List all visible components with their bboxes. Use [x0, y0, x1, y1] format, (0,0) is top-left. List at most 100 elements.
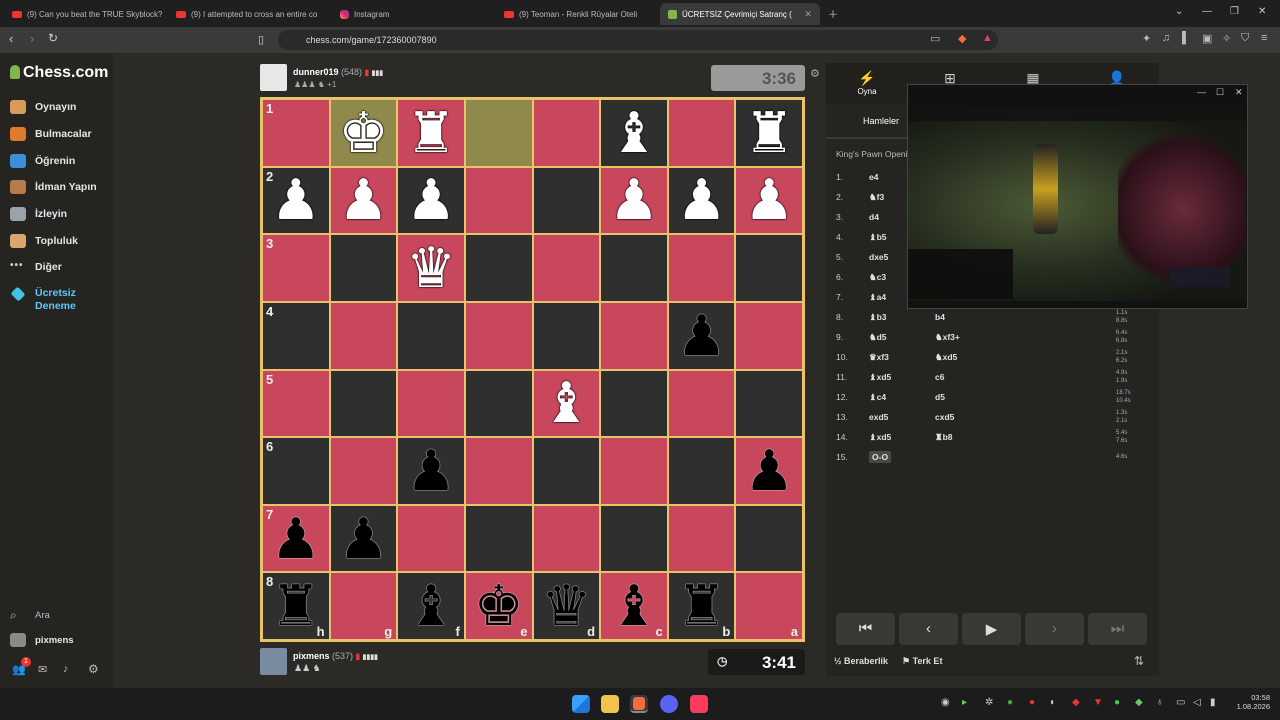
sidebar-item-learn[interactable]: Öğrenin — [10, 152, 75, 170]
white-rook-icon[interactable]: ♜ — [744, 104, 794, 161]
board-square[interactable] — [329, 437, 398, 505]
board-square[interactable] — [532, 301, 601, 370]
white-move[interactable]: ♝xd5 — [869, 372, 935, 383]
board-square[interactable] — [600, 234, 668, 302]
board-square[interactable]: ♝ — [532, 369, 601, 438]
sidebar-item-watch[interactable]: İzleyin — [10, 205, 67, 223]
board-square[interactable]: ♟ — [397, 437, 465, 505]
board-square[interactable] — [667, 504, 736, 573]
black-move[interactable]: ♞xd5 — [935, 352, 995, 363]
white-move[interactable]: ♝c4 — [869, 392, 935, 403]
sidebar-item-puzzles[interactable]: Bulmacalar — [10, 125, 92, 143]
first-move-button[interactable]: ⏮ — [836, 613, 895, 645]
black-pawn-icon[interactable]: ♟ — [676, 307, 726, 364]
reload-icon[interactable]: ↻ — [48, 31, 58, 45]
black-move[interactable]: c6 — [935, 372, 995, 382]
address-bar[interactable]: chess.com/game/172360007890 — [278, 30, 998, 50]
extensions-icon[interactable]: ✦ — [1142, 32, 1151, 45]
board-square[interactable]: ♟ — [735, 437, 803, 505]
white-pawn-icon[interactable]: ♟ — [406, 172, 456, 228]
black-bishop-icon[interactable]: ♝ — [609, 578, 659, 634]
sidebar-item-play[interactable]: Oynayın — [10, 98, 76, 116]
leo-icon[interactable]: ✧ — [1222, 32, 1231, 45]
board-square[interactable]: ♛ — [397, 234, 465, 302]
board-square[interactable]: ♟ — [667, 301, 736, 370]
board-square[interactable] — [667, 234, 736, 302]
board-square[interactable] — [397, 504, 465, 573]
menu-icon[interactable]: ≡ — [1261, 32, 1267, 44]
board-square[interactable] — [532, 504, 601, 573]
microphone-icon[interactable]: ♁ — [1156, 697, 1164, 708]
board-square[interactable]: ♜ — [397, 99, 465, 167]
black-pawn-icon[interactable]: ♟ — [271, 510, 321, 567]
board-square[interactable] — [329, 369, 398, 438]
board-square[interactable] — [464, 369, 533, 438]
black-move[interactable]: b4 — [935, 312, 995, 322]
board-square[interactable]: ♚ — [329, 99, 398, 167]
battery-icon[interactable]: ▮ — [1210, 697, 1216, 708]
board-square[interactable] — [735, 234, 803, 302]
board-square[interactable]: 2 ♟ — [262, 166, 330, 235]
bell-icon[interactable]: ♪ — [63, 663, 69, 675]
black-pawn-icon[interactable]: ♟ — [338, 510, 388, 567]
resign-button[interactable]: ⚑ Terk Et — [902, 656, 942, 667]
tab-moves[interactable]: Hamleler — [863, 116, 899, 126]
board-square[interactable]: ♜ — [735, 99, 803, 167]
windows-start-icon[interactable] — [572, 695, 590, 713]
board-square[interactable]: ♟ — [397, 166, 465, 235]
board-square[interactable]: 4 — [262, 301, 330, 370]
board-square[interactable] — [464, 166, 533, 235]
board-square[interactable] — [667, 369, 736, 438]
tray-icon[interactable]: ◉ — [941, 697, 950, 708]
music-app-icon[interactable] — [690, 695, 708, 713]
black-king-icon[interactable]: ♚ — [474, 578, 524, 634]
tab-play[interactable]: ⚡ Oyna — [847, 70, 887, 96]
rewards-icon[interactable]: ▲ — [982, 32, 993, 44]
sidebar-user[interactable]: pixmens — [10, 631, 74, 649]
white-king-icon[interactable]: ♚ — [338, 104, 388, 161]
vpn-icon[interactable]: ⛉ — [1241, 32, 1249, 45]
white-pawn-icon[interactable]: ♟ — [271, 172, 321, 228]
new-tab-icon[interactable]: ＋ — [828, 6, 838, 21]
board-square[interactable]: 8 h ♜ — [262, 572, 330, 640]
board-square[interactable] — [464, 234, 533, 302]
black-pawn-icon[interactable]: ♟ — [406, 442, 456, 499]
file-explorer-icon[interactable] — [601, 695, 619, 713]
black-rook-icon[interactable]: ♜ — [676, 578, 726, 634]
board-square[interactable] — [735, 369, 803, 438]
tray-icon[interactable]: ▼ — [1093, 697, 1103, 708]
board-square[interactable] — [600, 301, 668, 370]
board-square[interactable]: 5 — [262, 369, 330, 438]
white-pawn-icon[interactable]: ♟ — [609, 172, 659, 228]
board-square[interactable]: ♟ — [600, 166, 668, 235]
board-square[interactable]: ♟ — [735, 166, 803, 235]
next-move-button[interactable]: › — [1025, 613, 1084, 645]
board-square[interactable] — [667, 437, 736, 505]
black-rook-icon[interactable]: ♜ — [271, 578, 321, 634]
browser-tab-active[interactable]: ÜCRETSİZ Çevrimiçi Satranç (✕ — [660, 3, 820, 25]
board-square[interactable] — [329, 301, 398, 370]
board-square[interactable] — [397, 369, 465, 438]
board-square[interactable]: e ♚ — [464, 572, 533, 640]
board-square[interactable]: f ♝ — [397, 572, 465, 640]
board-square[interactable] — [532, 99, 601, 167]
tray-icon[interactable]: ● — [1007, 697, 1013, 708]
clock-date[interactable]: 03:58 1.08.2026 — [1232, 693, 1270, 711]
board-settings-icon[interactable]: ⚙ — [810, 67, 820, 80]
white-move[interactable]: O-O — [869, 451, 892, 463]
volume-icon[interactable]: ◁ — [1193, 697, 1201, 708]
pip-maximize-icon[interactable]: ☐ — [1216, 87, 1224, 98]
mail-icon[interactable]: ✉ — [38, 663, 47, 676]
board-square[interactable] — [600, 437, 668, 505]
white-move[interactable]: ♝xd5 — [869, 432, 935, 443]
opening-name[interactable]: King's Pawn Openi — [836, 149, 908, 159]
white-pawn-icon[interactable]: ♟ — [744, 172, 794, 228]
previous-move-button[interactable]: ‹ — [899, 613, 958, 645]
cast-icon[interactable]: ▭ — [930, 32, 940, 45]
opponent-avatar[interactable] — [260, 64, 287, 91]
tray-icon[interactable]: ◐ — [1050, 697, 1056, 708]
brave-browser-icon[interactable] — [630, 695, 648, 713]
minimize-icon[interactable]: — — [1202, 6, 1212, 17]
board-square[interactable]: ♟ — [667, 166, 736, 235]
browser-tab[interactable]: (9) Teoman - Renkli Rüyalar Oteli — [496, 3, 656, 25]
